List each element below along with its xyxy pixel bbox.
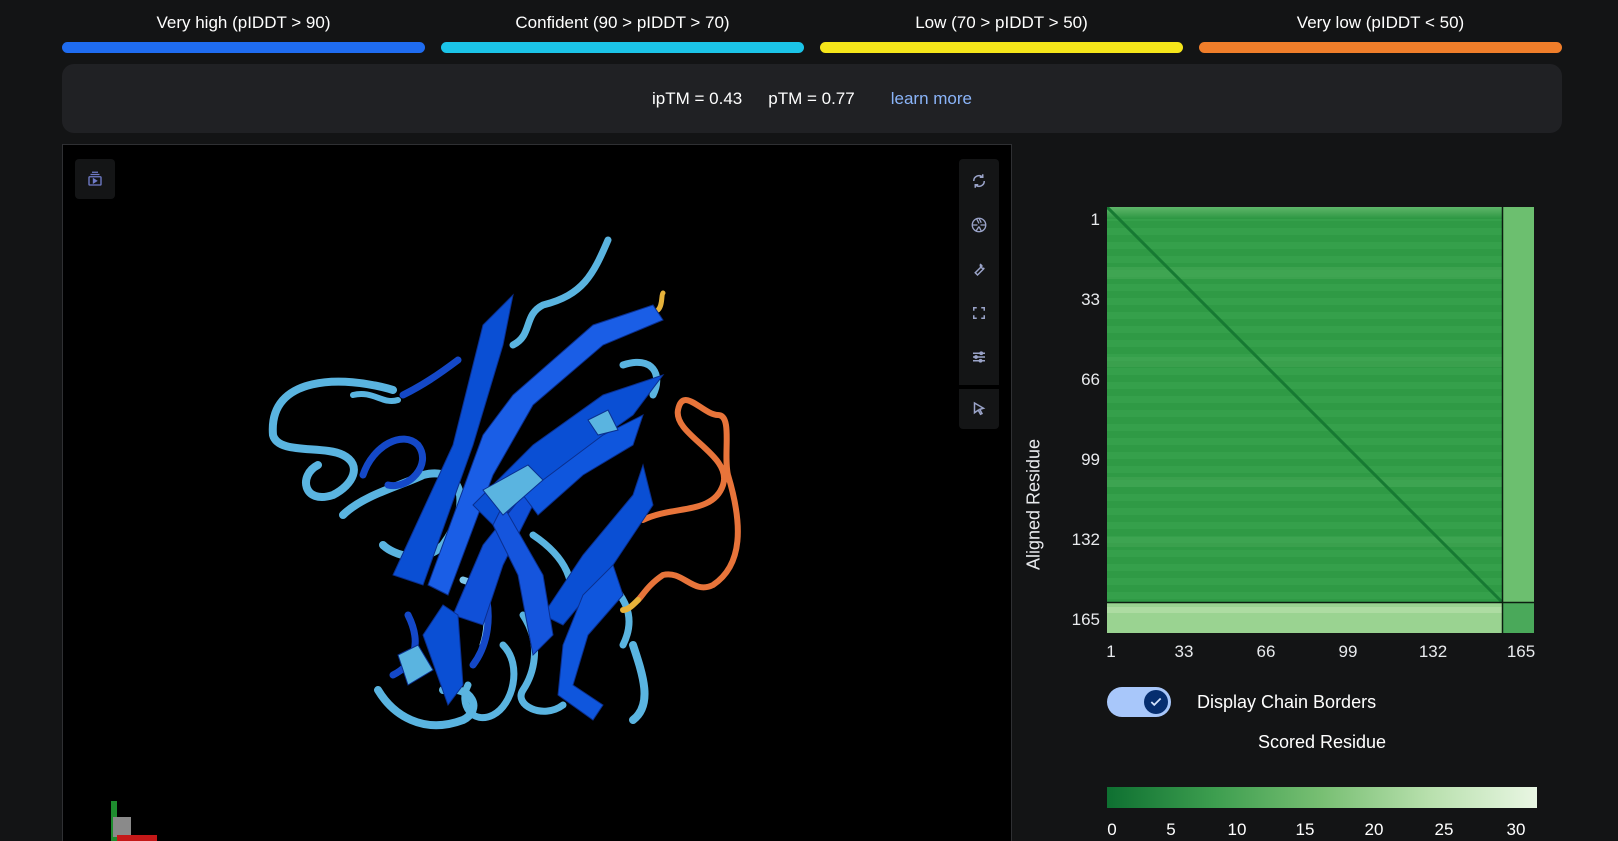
- colorbar-tick-5: 5: [1166, 820, 1176, 839]
- y-tick-165: 165: [1071, 610, 1100, 629]
- legend-very-low-label: Very low (pIDDT < 50): [1296, 13, 1465, 32]
- cursor-icon: [973, 401, 986, 416]
- metrics-panel: ipTM = 0.43 pTM = 0.77 learn more: [62, 64, 1562, 133]
- select-button[interactable]: [959, 385, 999, 429]
- colorbar-tick-10: 10: [1227, 820, 1247, 839]
- legend-confident-bar: [441, 42, 804, 53]
- y-tick-132: 132: [1071, 530, 1100, 549]
- colorbar-tick-20: 20: [1364, 820, 1384, 839]
- pae-heatmap[interactable]: [1107, 207, 1534, 633]
- iptm-value: ipTM = 0.43: [652, 88, 743, 108]
- x-tick-165: 165: [1506, 642, 1536, 661]
- chain-borders-row: Display Chain Borders: [1107, 687, 1376, 717]
- protein-structure[interactable]: [63, 145, 1012, 841]
- fullscreen-button[interactable]: [959, 291, 999, 335]
- viewer-toolbar: [959, 159, 999, 429]
- sliders-icon: [973, 351, 985, 363]
- colorbar-tick-30: 30: [1506, 820, 1526, 839]
- panel-toggle-icon: [88, 171, 102, 186]
- settings-button[interactable]: [959, 335, 999, 379]
- legend-low-bar: [820, 42, 1183, 53]
- colorbar-tick-15: 15: [1295, 820, 1315, 839]
- legend-low: Low (70 > pIDDT > 50): [820, 10, 1183, 53]
- legend-confident-label: Confident (90 > pIDDT > 70): [515, 13, 730, 32]
- screenshot-button[interactable]: [959, 203, 999, 247]
- pae-panel: Aligned Residue 1 33 66 99 132 165 1 33 …: [1024, 144, 1618, 841]
- scored-residue-label: Scored Residue: [1257, 732, 1387, 752]
- x-tick-1: 1: [1106, 642, 1116, 661]
- pae-colorbar: [1107, 787, 1537, 808]
- legend-very-high-bar: [62, 42, 425, 53]
- orientation-axes: [111, 801, 157, 841]
- legend-very-high: Very high (pIDDT > 90): [62, 10, 425, 53]
- x-tick-33: 33: [1174, 642, 1194, 661]
- rotate-icon: [972, 174, 986, 188]
- chain-borders-label: Display Chain Borders: [1197, 691, 1377, 712]
- legend-very-high-label: Very high (pIDDT > 90): [156, 13, 331, 32]
- chain-borders-toggle[interactable]: [1107, 687, 1171, 717]
- legend-confident: Confident (90 > pIDDT > 70): [441, 10, 804, 53]
- y-tick-66: 66: [1081, 370, 1100, 389]
- legend-very-low-bar: [1199, 42, 1562, 53]
- wrench-icon: [974, 263, 985, 277]
- legend-low-label: Low (70 > pIDDT > 50): [915, 13, 1088, 32]
- x-tick-66: 66: [1256, 642, 1276, 661]
- plddt-legend: Very high (pIDDT > 90) Confident (90 > p…: [62, 10, 1562, 53]
- ptm-value: pTM = 0.77: [768, 88, 855, 108]
- camera-icon: [971, 217, 987, 233]
- y-tick-33: 33: [1081, 290, 1100, 309]
- colorbar-tick-0: 0: [1107, 820, 1117, 839]
- structure-viewer[interactable]: [62, 144, 1012, 841]
- check-icon: [1144, 690, 1168, 714]
- tools-button[interactable]: [959, 247, 999, 291]
- colorbar-tick-25: 25: [1434, 820, 1454, 839]
- learn-more-link[interactable]: learn more: [891, 89, 972, 109]
- x-tick-132: 132: [1418, 642, 1448, 661]
- y-tick-1: 1: [1090, 210, 1100, 229]
- rotate-button[interactable]: [959, 159, 999, 203]
- legend-very-low: Very low (pIDDT < 50): [1199, 10, 1562, 53]
- fullscreen-icon: [973, 307, 985, 319]
- y-tick-99: 99: [1081, 450, 1100, 469]
- panel-toggle-button[interactable]: [75, 159, 115, 199]
- x-tick-99: 99: [1338, 642, 1358, 661]
